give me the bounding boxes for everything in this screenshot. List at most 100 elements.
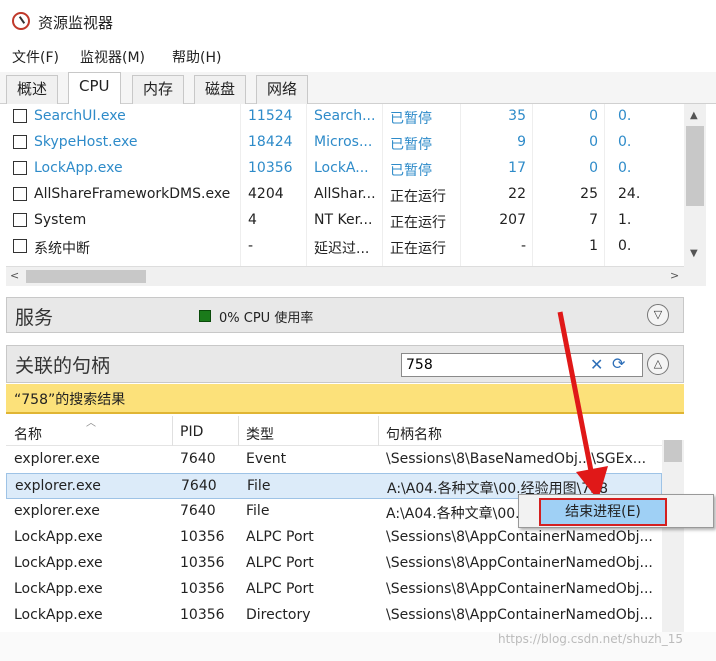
process-checkbox[interactable] <box>13 109 27 123</box>
process-row[interactable]: System 4 NT Ker... 正在运行 207 7 1. <box>6 208 684 234</box>
process-threads: 9 <box>517 134 526 150</box>
process-cpu: 0 <box>589 108 598 124</box>
process-row[interactable]: SkypeHost.exe 18424 Micros... 已暂停 9 0 0. <box>6 130 684 156</box>
tab-overview[interactable]: 概述 <box>6 75 59 104</box>
handle-handle: \Sessions\8\AppContainerNamedObj... <box>386 555 653 571</box>
process-name: SearchUI.exe <box>34 108 126 124</box>
handle-handle: \Sessions\8\AppContainerNamedObj... <box>386 607 653 623</box>
expand-chevron-icon[interactable]: ▽ <box>647 304 669 326</box>
process-status: 已暂停 <box>390 137 432 153</box>
menu-file[interactable]: 文件(F) <box>12 47 59 67</box>
handle-type: Directory <box>246 607 311 623</box>
process-cpu: 0 <box>589 134 598 150</box>
resource-monitor-icon <box>12 12 30 30</box>
process-table-hscroll[interactable]: < > <box>6 266 684 286</box>
handle-pid: 7640 <box>180 503 216 519</box>
context-menu: 结束进程(E) <box>518 494 714 528</box>
tab-cpu[interactable]: CPU <box>68 72 121 105</box>
handle-pid: 10356 <box>180 555 225 571</box>
col-name[interactable]: 名称 <box>14 424 42 444</box>
handle-pid: 7640 <box>180 451 216 467</box>
handle-type: ALPC Port <box>246 529 314 545</box>
col-handle-name[interactable]: 句柄名称 <box>386 424 442 444</box>
handles-table-vscroll[interactable] <box>662 440 684 632</box>
tab-disk[interactable]: 磁盘 <box>194 75 247 104</box>
process-pid: 10356 <box>248 160 293 176</box>
handle-type: Event <box>246 451 287 467</box>
process-name: LockApp.exe <box>34 160 123 176</box>
col-pid[interactable]: PID <box>180 424 203 440</box>
menu-bar: 文件(F) 监视器(M) 帮助(H) <box>0 44 716 70</box>
handle-handle: \Sessions\8\AppContainerNamedObj... <box>386 581 653 597</box>
process-desc: AllShar... <box>314 186 376 202</box>
menu-monitor[interactable]: 监视器(M) <box>80 47 145 67</box>
process-desc: Micros... <box>314 134 373 150</box>
handle-name: LockApp.exe <box>14 607 103 623</box>
process-row[interactable]: AllShareFrameworkDMS.exe 4204 AllShar... 正在… <box>6 182 684 208</box>
collapse-chevron-icon[interactable]: △ <box>647 353 669 375</box>
process-status: 正在运行 <box>390 215 446 231</box>
handle-row[interactable]: LockApp.exe 10356 Directory \Sessions\8\App… <box>6 603 662 629</box>
process-cpu: 1 <box>589 238 598 254</box>
handle-handle: \Sessions\8\AppContainerNamedObj... <box>386 529 653 545</box>
process-name: 系统中断 <box>34 241 90 257</box>
process-name: System <box>34 212 87 228</box>
col-type[interactable]: 类型 <box>246 424 274 444</box>
handle-type: File <box>247 478 271 494</box>
process-avg: 0. <box>618 160 632 176</box>
process-checkbox[interactable] <box>13 161 27 175</box>
end-process-menu-item[interactable]: 结束进程(E) <box>539 498 667 526</box>
handle-name: LockApp.exe <box>14 581 103 597</box>
menu-help[interactable]: 帮助(H) <box>172 47 221 67</box>
tab-network[interactable]: 网络 <box>256 75 309 104</box>
process-status: 正在运行 <box>390 189 446 205</box>
process-checkbox[interactable] <box>13 135 27 149</box>
process-name: SkypeHost.exe <box>34 134 138 150</box>
process-checkbox[interactable] <box>13 213 27 227</box>
process-desc: LockA... <box>314 160 369 176</box>
process-avg: 0. <box>618 238 632 254</box>
tab-memory[interactable]: 内存 <box>132 75 185 104</box>
handle-pid: 10356 <box>180 607 225 623</box>
handle-name: LockApp.exe <box>14 529 103 545</box>
process-avg: 0. <box>618 134 632 150</box>
process-table-vscroll[interactable]: ▲ ▼ <box>684 104 706 286</box>
process-status: 已暂停 <box>390 163 432 179</box>
process-threads: - <box>520 238 526 254</box>
process-pid: 4204 <box>248 186 284 202</box>
process-avg: 0. <box>618 108 632 124</box>
process-threads: 22 <box>508 186 526 202</box>
process-avg: 24. <box>618 186 641 202</box>
process-cpu: 0 <box>589 160 598 176</box>
process-row[interactable]: LockApp.exe 10356 LockA... 已暂停 17 0 0. <box>6 156 684 182</box>
process-checkbox[interactable] <box>13 187 27 201</box>
window-title: 资源监视器 <box>38 14 114 32</box>
process-threads: 35 <box>508 108 526 124</box>
sort-ascending-icon: ︿ <box>86 418 96 429</box>
handle-row[interactable]: LockApp.exe 10356 ALPC Port \Sessions\8\App… <box>6 525 662 551</box>
process-status: 正在运行 <box>390 241 446 257</box>
process-pid: 18424 <box>248 134 293 150</box>
handle-pid: 10356 <box>180 581 225 597</box>
process-row[interactable]: SearchUI.exe 11524 Search... 已暂停 35 0 0. <box>6 104 684 130</box>
handle-type: ALPC Port <box>246 555 314 571</box>
handle-row[interactable]: LockApp.exe 10356 ALPC Port \Sessions\8\App… <box>6 577 662 603</box>
handle-row[interactable]: LockApp.exe 10356 ALPC Port \Sessions\8\App… <box>6 551 662 577</box>
search-results-label: “758”的搜索结果 <box>14 392 126 408</box>
process-threads: 207 <box>499 212 526 228</box>
annotation-arrow-icon <box>557 311 608 500</box>
handle-name: explorer.exe <box>14 503 100 519</box>
handle-pid: 10356 <box>180 529 225 545</box>
process-desc: Search... <box>314 108 376 124</box>
handle-pid: 7640 <box>181 478 217 494</box>
process-name: AllShareFrameworkDMS.exe <box>34 186 231 202</box>
handle-name: explorer.exe <box>15 478 101 494</box>
process-pid: - <box>248 238 254 254</box>
process-checkbox[interactable] <box>13 239 27 253</box>
handle-name: explorer.exe <box>14 451 100 467</box>
handles-title: 关联的句柄 <box>15 355 111 377</box>
title-bar: 资源监视器 <box>0 0 716 42</box>
process-row[interactable]: 系统中断 - 延迟过... 正在运行 - 1 0. <box>6 234 684 260</box>
process-threads: 17 <box>508 160 526 176</box>
handle-type: File <box>246 503 270 519</box>
